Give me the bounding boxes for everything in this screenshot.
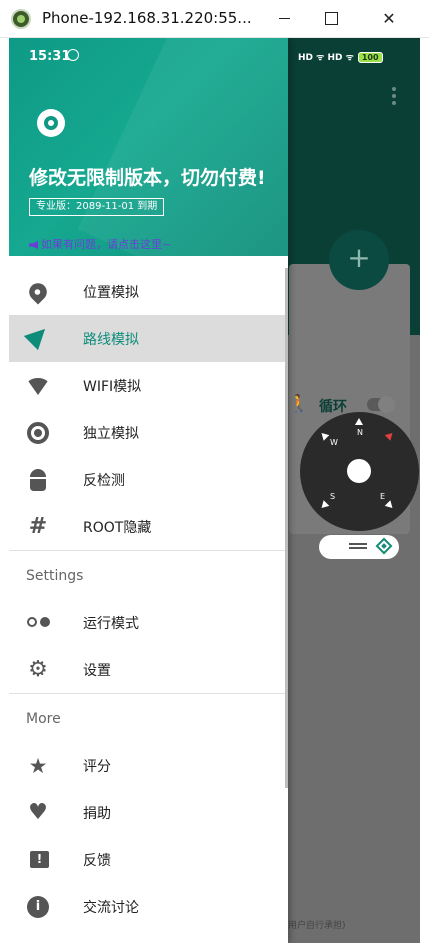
menu-item-root-hide[interactable]: # ROOT隐藏	[9, 503, 288, 550]
northeast-arrow-icon	[384, 430, 396, 441]
drawer-scrollbar[interactable]	[285, 268, 288, 788]
loop-row: 🚶 循环	[288, 394, 398, 416]
compass-dir-e: E	[380, 492, 386, 501]
battery-icon: 100	[357, 52, 383, 63]
hash-icon: #	[28, 514, 48, 539]
more-section-header: More	[9, 694, 288, 742]
add-fab-button[interactable]: +	[329, 230, 389, 290]
compass-dir-w: W	[330, 438, 338, 447]
menu-item-location-sim[interactable]: 位置模拟	[9, 268, 288, 315]
background-footer-text: 用户自行承担)	[288, 921, 346, 931]
phone-screen: + 🚶 循环 N W S E 用户自行承担) 15:31 修改无限制版本，切勿付…	[9, 38, 420, 943]
compass-joystick[interactable]: N W S E	[300, 412, 419, 531]
menu-item-discussion[interactable]: i 交流讨论	[9, 883, 288, 930]
feedback-icon: !	[30, 851, 49, 868]
alarm-icon	[67, 49, 79, 61]
compass-dir-s: S	[330, 492, 336, 501]
drawer-header: 15:31 修改无限制版本，切勿付费! 专业版：2089-11-01 到期 如果…	[9, 38, 288, 256]
menu-item-label: 反馈	[83, 853, 111, 869]
menu-item-label: 交流讨论	[83, 900, 139, 916]
app-logo-icon	[37, 109, 65, 137]
menu-item-route-sim[interactable]: 路线模拟	[9, 315, 288, 362]
navigation-drawer: 15:31 修改无限制版本，切勿付费! 专业版：2089-11-01 到期 如果…	[9, 38, 288, 943]
menu-item-anti-detect[interactable]: 反检测	[9, 456, 288, 503]
menu-item-wifi-sim[interactable]: WIFI模拟	[9, 362, 288, 409]
section-label: More	[26, 711, 61, 727]
star-icon: ★	[28, 754, 48, 778]
southeast-arrow-icon	[384, 500, 396, 511]
menu-item-label: 捐助	[83, 806, 111, 822]
menu-item-label: 运行模式	[83, 616, 139, 632]
menu-item-label: ROOT隐藏	[83, 520, 152, 536]
loop-label: 循环	[319, 399, 347, 415]
northwest-arrow-icon	[318, 430, 330, 441]
menu-item-label: 设置	[83, 663, 111, 679]
loop-toggle[interactable]	[367, 396, 395, 413]
wifi-icon	[26, 378, 50, 395]
close-button[interactable]: ✕	[369, 6, 409, 32]
menu-item-label: 位置模拟	[83, 285, 139, 301]
compass-dir-n: N	[357, 428, 363, 437]
window-bottom-border	[0, 943, 429, 951]
menu-item-label: 评分	[83, 759, 111, 775]
window-titlebar: Phone-192.168.31.220:55... ✕	[0, 0, 429, 38]
gear-icon: ⚙	[28, 657, 48, 682]
signal-text: HD ᯤ HD ᯤ	[298, 53, 354, 63]
info-icon: i	[27, 896, 49, 918]
promo-text: 如果有问题，请点击这里~	[41, 238, 172, 251]
menu-item-run-mode[interactable]: 运行模式	[9, 599, 288, 646]
promo-link[interactable]: 如果有问题，请点击这里~	[29, 236, 171, 252]
drawer-title: 修改无限制版本，切勿付费!	[29, 167, 266, 189]
maximize-button[interactable]	[311, 6, 351, 32]
menu-item-rate[interactable]: ★ 评分	[9, 742, 288, 789]
license-badge: 专业版：2089-11-01 到期	[29, 198, 165, 216]
menu-item-donate[interactable]: ♥ 捐助	[9, 789, 288, 836]
menu-item-settings[interactable]: ⚙ 设置	[9, 646, 288, 693]
walk-icon: 🚶	[288, 394, 310, 414]
disc-icon	[27, 422, 49, 444]
navigation-arrow-icon	[23, 321, 53, 351]
heart-icon: ♥	[28, 800, 48, 825]
status-time: 15:31	[29, 49, 71, 64]
section-label: Settings	[26, 568, 84, 584]
menu-item-label: 反检测	[83, 473, 125, 489]
north-arrow-icon	[355, 418, 363, 425]
joystick-mode-pill[interactable]	[319, 535, 399, 559]
menu-item-label: 独立模拟	[83, 426, 139, 442]
location-pin-icon	[25, 279, 51, 305]
diamond-icon	[375, 537, 393, 555]
joystick-knob[interactable]	[347, 459, 371, 483]
megaphone-icon	[29, 241, 38, 249]
toggle-mode-icon	[27, 617, 51, 639]
menu-item-independent-sim[interactable]: 独立模拟	[9, 409, 288, 456]
status-icons: HD ᯤ HD ᯤ 100	[298, 50, 383, 63]
minimize-button[interactable]	[264, 6, 304, 32]
android-icon	[30, 469, 46, 491]
menu-item-feedback[interactable]: ! 反馈	[9, 836, 288, 883]
menu-item-label: WIFI模拟	[83, 379, 142, 395]
window-title: Phone-192.168.31.220:55...	[42, 9, 252, 27]
settings-section-header: Settings	[9, 551, 288, 599]
overflow-menu-icon[interactable]	[392, 87, 396, 105]
menu-lines-icon	[349, 543, 367, 549]
southwest-arrow-icon	[318, 500, 330, 511]
drawer-menu: 位置模拟 路线模拟 WIFI模拟 独立模拟 反检测 # ROOT隐藏 Setti…	[9, 268, 288, 930]
menu-item-label: 路线模拟	[83, 332, 139, 348]
android-app-icon	[11, 9, 31, 29]
